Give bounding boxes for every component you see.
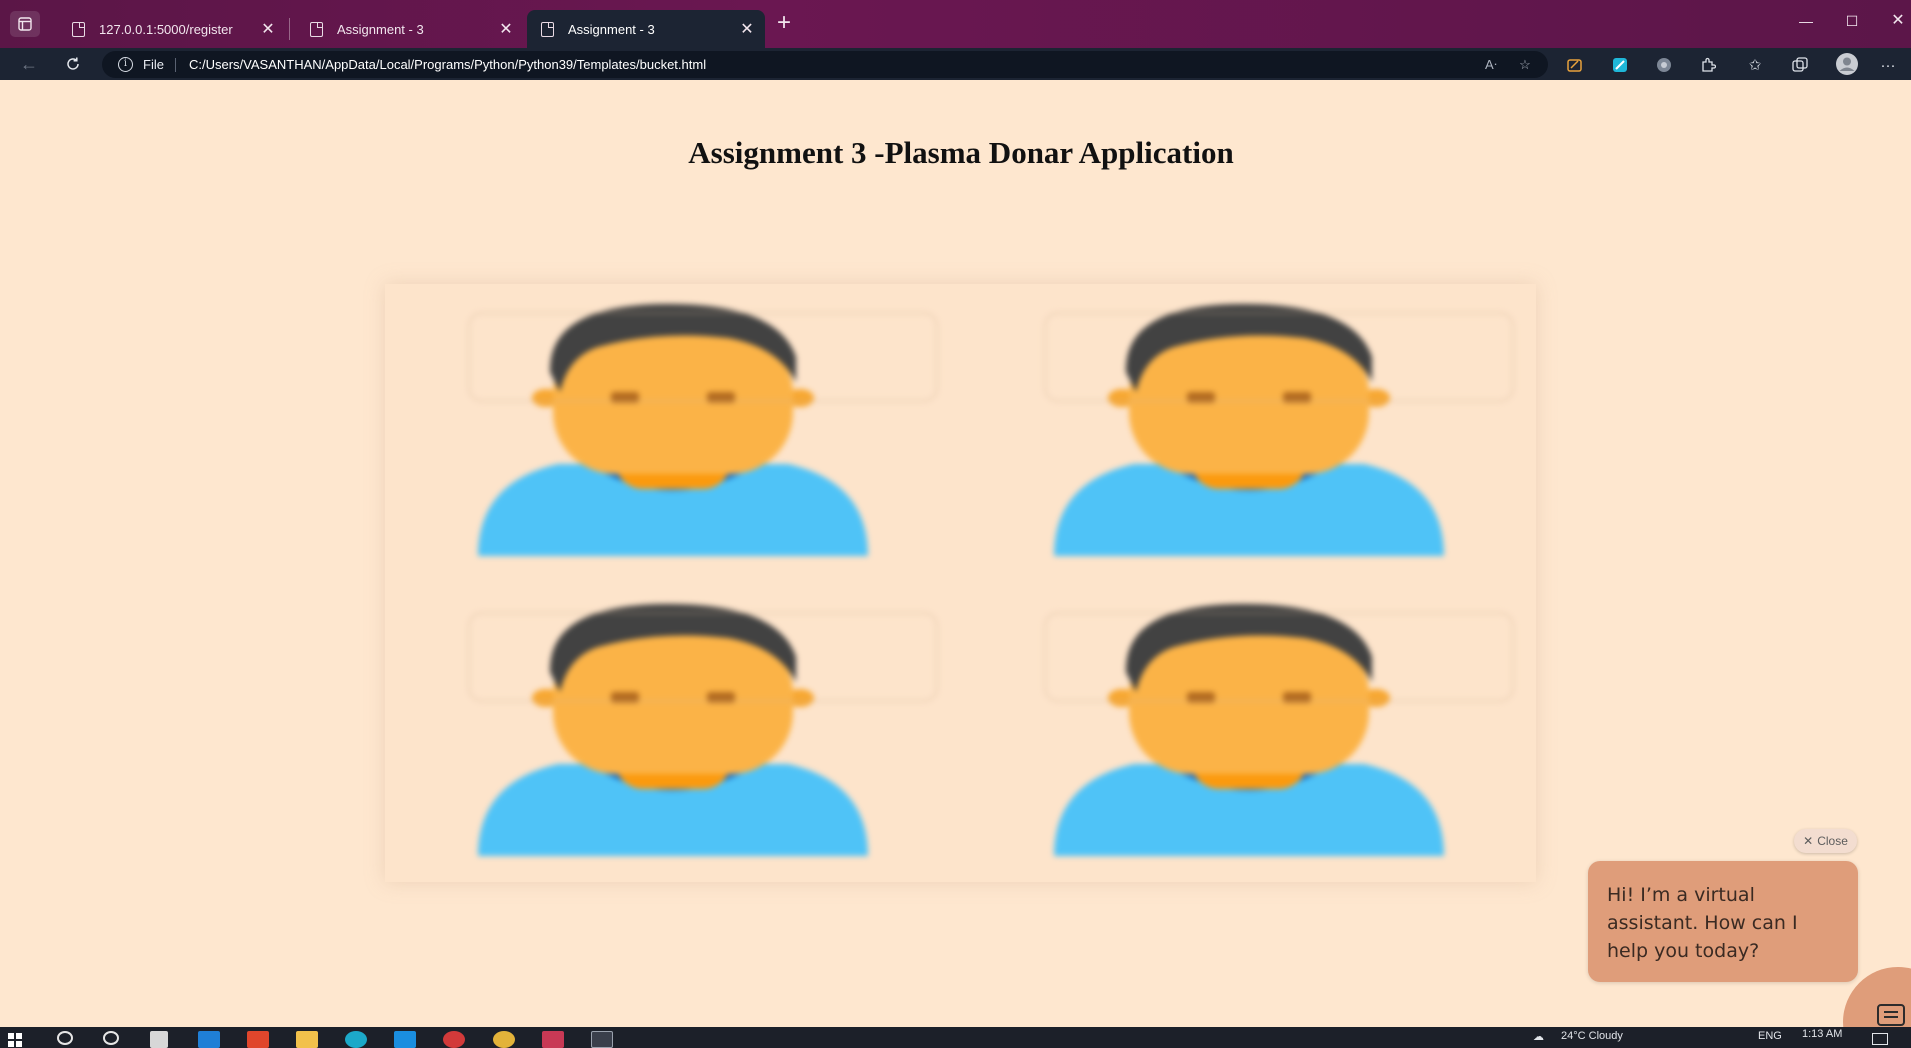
site-info-icon[interactable]: i [118,57,133,72]
favorites-icon[interactable]: ✩ [1745,55,1765,75]
windows-logo [8,1033,22,1047]
donor-avatar-image [1044,302,1514,556]
puzzle-glyph [1702,57,1716,72]
chrome-app-icon[interactable] [493,1031,515,1048]
chat-close-button[interactable]: ✕ Close [1794,829,1857,853]
office-app-icon[interactable] [247,1031,269,1048]
chat-icon [1877,1004,1905,1026]
chat-close-label: Close [1817,834,1848,848]
scheme-label: File [143,57,164,72]
minimize-button[interactable]: — [1783,8,1829,34]
browser-toolbar: ← i File C:/Users/VASANTHAN/AppData/Loca… [0,48,1911,80]
search-icon[interactable] [57,1031,73,1045]
tab-close-icon[interactable]: ✕ [737,19,757,39]
cortana-icon[interactable] [103,1031,119,1045]
tab-title: Assignment - 3 [337,21,424,37]
windows-taskbar: ☁ 24°C Cloudy ENG 1:13 AM [0,1027,1911,1048]
mail-app-icon[interactable] [198,1031,220,1048]
app-pink-icon[interactable] [542,1031,564,1048]
browser-title-bar: 127.0.0.1:5000/register ✕ Assignment - 3… [0,0,1911,48]
profile-icon[interactable] [1835,52,1859,76]
donor-avatar-image [468,302,938,556]
close-icon: ✕ [1803,834,1814,848]
tab-title: 127.0.0.1:5000/register [99,21,233,37]
extensions-icon[interactable] [1698,55,1718,75]
avatar-backdrop [468,312,938,402]
page-icon [541,21,554,37]
more-icon[interactable]: ··· [1878,55,1898,75]
tab-close-icon[interactable]: ✕ [496,19,516,39]
refresh-icon [67,57,79,70]
tab-title: Assignment - 3 [568,21,655,37]
avatar-backdrop [468,612,938,702]
page-title: Assignment 3 -Plasma Donar Application [688,135,1234,170]
page-icon [72,21,85,37]
profile-avatar [1836,53,1858,75]
refresh-button[interactable] [60,51,86,77]
collections-icon[interactable] [1790,55,1810,75]
extension-b-icon[interactable] [1610,55,1630,75]
extension-a-glyph [1567,59,1582,72]
chat-greeting-text: Hi! I’m a virtual assistant. How can I h… [1607,884,1798,962]
store-app-icon[interactable] [394,1031,416,1048]
tab-actions-button[interactable] [10,11,40,37]
app-red-icon[interactable] [443,1031,465,1048]
donor-gallery [385,284,1536,882]
donor-avatar-image [1044,602,1514,856]
weather-text[interactable]: 24°C Cloudy [1561,1030,1623,1042]
edge-app-icon[interactable] [345,1031,367,1048]
avatar-backdrop [1044,612,1514,702]
chat-greeting-bubble[interactable]: Hi! I’m a virtual assistant. How can I h… [1588,861,1858,982]
file-explorer-icon[interactable] [296,1031,318,1048]
extension-b-glyph [1613,58,1627,72]
windows-start-icon[interactable] [8,1033,22,1047]
url-text[interactable]: C:/Users/VASANTHAN/AppData/Local/Program… [189,57,706,72]
collections-glyph [1792,57,1808,72]
notifications-icon[interactable] [1872,1033,1888,1045]
task-view-icon[interactable] [150,1031,168,1048]
tab-register[interactable]: 127.0.0.1:5000/register ✕ [58,10,286,48]
back-button[interactable]: ← [16,51,42,77]
tab-assignment-3[interactable]: Assignment - 3 ✕ [296,10,524,48]
tab-actions-icon [18,17,32,31]
weather-icon[interactable]: ☁ [1533,1030,1544,1043]
address-bar[interactable]: i File C:/Users/VASANTHAN/AppData/Local/… [102,51,1548,78]
tab-assignment-3-active[interactable]: Assignment - 3 ✕ [527,10,765,48]
avatar-backdrop [1044,312,1514,402]
favorite-add-icon[interactable]: ☆ [1516,56,1534,74]
donor-avatar-image [468,602,938,856]
extension-c-glyph [1657,58,1671,72]
page-icon [310,21,323,37]
new-tab-button[interactable]: + [772,11,796,36]
address-separator [175,58,176,72]
extension-a-icon[interactable] [1565,55,1585,75]
tab-close-icon[interactable]: ✕ [258,19,278,39]
language-indicator[interactable]: ENG [1758,1030,1782,1042]
maximize-button[interactable]: ☐ [1829,8,1875,34]
extension-c-icon[interactable] [1654,55,1674,75]
terminal-app-icon[interactable] [591,1031,613,1048]
tab-separator [289,18,290,40]
clock-time[interactable]: 1:13 AM [1802,1028,1842,1040]
read-aloud-icon[interactable]: Aᐧ [1482,56,1500,74]
close-window-button[interactable]: ✕ [1875,8,1911,34]
